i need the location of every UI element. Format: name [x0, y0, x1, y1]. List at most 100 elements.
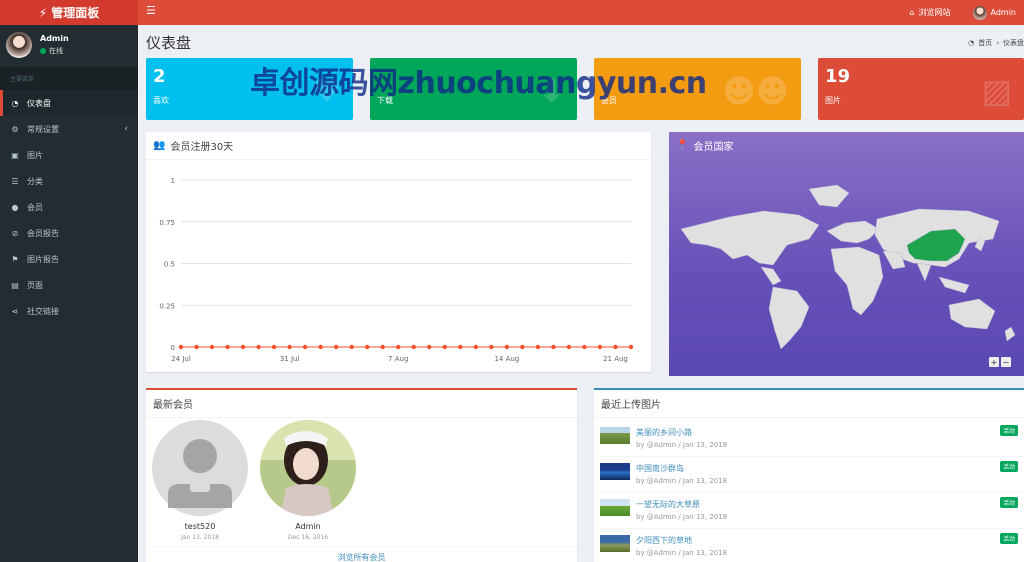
x-tick-label: 24 Jul — [171, 355, 191, 363]
upload-thumbnail — [600, 463, 630, 480]
panel-title: 会员国家 — [693, 142, 734, 153]
sidebar-item-label: 页面 — [27, 280, 43, 290]
breadcrumb-current: 仪表盘 — [1003, 39, 1024, 47]
sidebar-item-settings[interactable]: ⚙ 常规设置 ‹ — [0, 116, 138, 142]
y-tick-label: 0 — [171, 344, 175, 352]
member-date: Dec 16, 2016 — [287, 534, 329, 541]
registrations-chart: 0 0.25 0.5 0.75 1 24 Jul 31 Jul 7 Aug 14 Aug 21 A… — [159, 177, 634, 363]
sidebar-item-label: 图片 — [27, 150, 43, 160]
share-icon: ⋖ — [11, 306, 19, 316]
list-icon: ☰ — [11, 176, 19, 186]
panel-title: 最近上传图片 — [601, 400, 661, 411]
online-dot-icon — [40, 48, 46, 54]
data-point — [628, 344, 634, 350]
stat-value: 2 — [153, 66, 166, 87]
sidebar-item-dashboard[interactable]: ◔ 仪表盘 — [0, 90, 138, 116]
upload-thumbnail — [600, 535, 630, 552]
data-point — [349, 344, 354, 350]
new-zealand — [1004, 326, 1016, 342]
data-point — [380, 344, 385, 350]
user-avatar — [972, 5, 987, 20]
upload-thumbnail — [600, 427, 630, 444]
data-point — [287, 344, 292, 350]
upload-meta: by @Admin / Jan 13, 2018 — [636, 549, 728, 557]
north-america — [680, 210, 820, 266]
user-status: 在线 — [40, 46, 69, 56]
users-icon: ☻☻ — [722, 72, 789, 110]
chevron-left-icon: ‹ — [124, 124, 128, 134]
app-logo[interactable]: ⚡ 管理面板 — [0, 0, 138, 25]
user-name: Admin — [990, 8, 1017, 17]
data-point — [442, 344, 447, 350]
breadcrumb: ◔ 首页 › 仪表盘 — [968, 38, 1024, 48]
upload-item[interactable]: 一望无际的大草原 by @Admin / Jan 13, 2018 活动 — [600, 493, 1024, 529]
bolt-icon: ⚡ — [38, 5, 48, 20]
upload-item[interactable]: 中国南沙群岛 by @Admin / Jan 13, 2018 活动 — [600, 457, 1024, 493]
top-nav-links: ⌂ 浏览网站 Admin — [901, 0, 1024, 25]
greenland — [808, 184, 850, 208]
sidebar-item-pages[interactable]: ▤ 页面 — [0, 272, 138, 298]
upload-meta: by @Admin / Jan 13, 2018 — [636, 513, 728, 521]
member-card[interactable]: Admin Dec 16, 2016 — [260, 420, 356, 541]
browse-site-label: 浏览网站 — [918, 8, 951, 17]
map-marker-icon: 📍 — [676, 140, 689, 151]
panel-header: 最近上传图片 — [594, 390, 1024, 418]
sidebar-item-categories[interactable]: ☰ 分类 — [0, 168, 138, 194]
upload-title[interactable]: 夕阳西下的草地 — [636, 535, 692, 546]
y-tick-label: 1 — [171, 177, 175, 185]
data-point — [225, 344, 230, 350]
world-map[interactable] — [669, 159, 1024, 359]
data-point — [365, 344, 370, 350]
upload-item[interactable]: 夕阳西下的草地 by @Admin / Jan 13, 2018 活动 — [600, 529, 1024, 562]
southeast-asia — [938, 276, 970, 294]
y-tick-label: 0.25 — [159, 302, 175, 310]
sidebar-item-image-reports[interactable]: ⚑ 图片报告 — [0, 246, 138, 272]
user-status-label: 在线 — [49, 47, 63, 55]
zoom-out-button[interactable]: − — [1001, 357, 1011, 367]
menu-toggle-icon[interactable]: ☰ — [146, 4, 156, 17]
sidebar: Admin 在线 主要菜单 ◔ 仪表盘 ⚙ 常规设置 ‹ ▣ 图片 ☰ 分类 ●… — [0, 25, 138, 562]
x-tick-label: 7 Aug — [388, 355, 408, 363]
sidebar-item-social[interactable]: ⋖ 社交链接 — [0, 298, 138, 324]
view-all-members-link[interactable]: 浏览所有会员 — [146, 546, 577, 562]
sidebar-item-images[interactable]: ▣ 图片 — [0, 142, 138, 168]
dashboard-icon: ◔ — [11, 98, 19, 108]
upload-item[interactable]: 美丽的乡间小路 by @Admin / Jan 13, 2018 活动 — [600, 421, 1024, 457]
user-menu[interactable]: Admin — [965, 5, 1024, 20]
data-point — [597, 344, 603, 350]
data-point — [256, 344, 261, 350]
member-name: Admin — [295, 522, 321, 531]
upload-title[interactable]: 中国南沙群岛 — [636, 463, 684, 474]
stat-value: 19 — [825, 66, 851, 87]
sidebar-item-members[interactable]: ● 会员 — [0, 194, 138, 220]
browse-site-link[interactable]: ⌂ 浏览网站 — [901, 7, 958, 18]
panel-header: 最新会员 — [146, 390, 577, 418]
data-point — [489, 344, 494, 350]
countries-map-panel: 📍 会员国家 + − — [669, 132, 1024, 376]
sidebar-item-label: 会员报告 — [27, 228, 59, 238]
data-point — [302, 344, 308, 350]
x-tick-label: 14 Aug — [494, 355, 519, 363]
upload-title[interactable]: 一望无际的大草原 — [636, 499, 700, 510]
south-america — [768, 286, 810, 350]
sidebar-item-member-reports[interactable]: ⊘ 会员报告 — [0, 220, 138, 246]
sidebar-item-label: 分类 — [27, 176, 43, 186]
member-card[interactable]: test520 Jan 13, 2018 — [152, 420, 248, 541]
image-icon: ▣ — [11, 150, 19, 160]
zoom-in-button[interactable]: + — [989, 357, 999, 367]
y-tick-label: 0.75 — [159, 219, 175, 227]
breadcrumb-home[interactable]: 首页 — [978, 38, 992, 48]
stat-box-images: 19 图片 ▨ — [818, 58, 1024, 120]
page-title: 仪表盘 — [146, 34, 192, 52]
x-tick-label: 21 Aug — [603, 355, 628, 363]
data-point — [178, 344, 184, 350]
upload-title[interactable]: 美丽的乡间小路 — [636, 427, 692, 438]
data-point — [613, 344, 618, 350]
picture-icon: ▨ — [981, 72, 1012, 110]
data-point — [318, 344, 323, 350]
data-point — [535, 344, 541, 350]
africa — [830, 246, 884, 316]
data-point — [427, 344, 432, 350]
recent-uploads-panel: 最近上传图片 美丽的乡间小路 by @Admin / Jan 13, 2018 … — [594, 388, 1024, 562]
data-point — [551, 344, 556, 350]
